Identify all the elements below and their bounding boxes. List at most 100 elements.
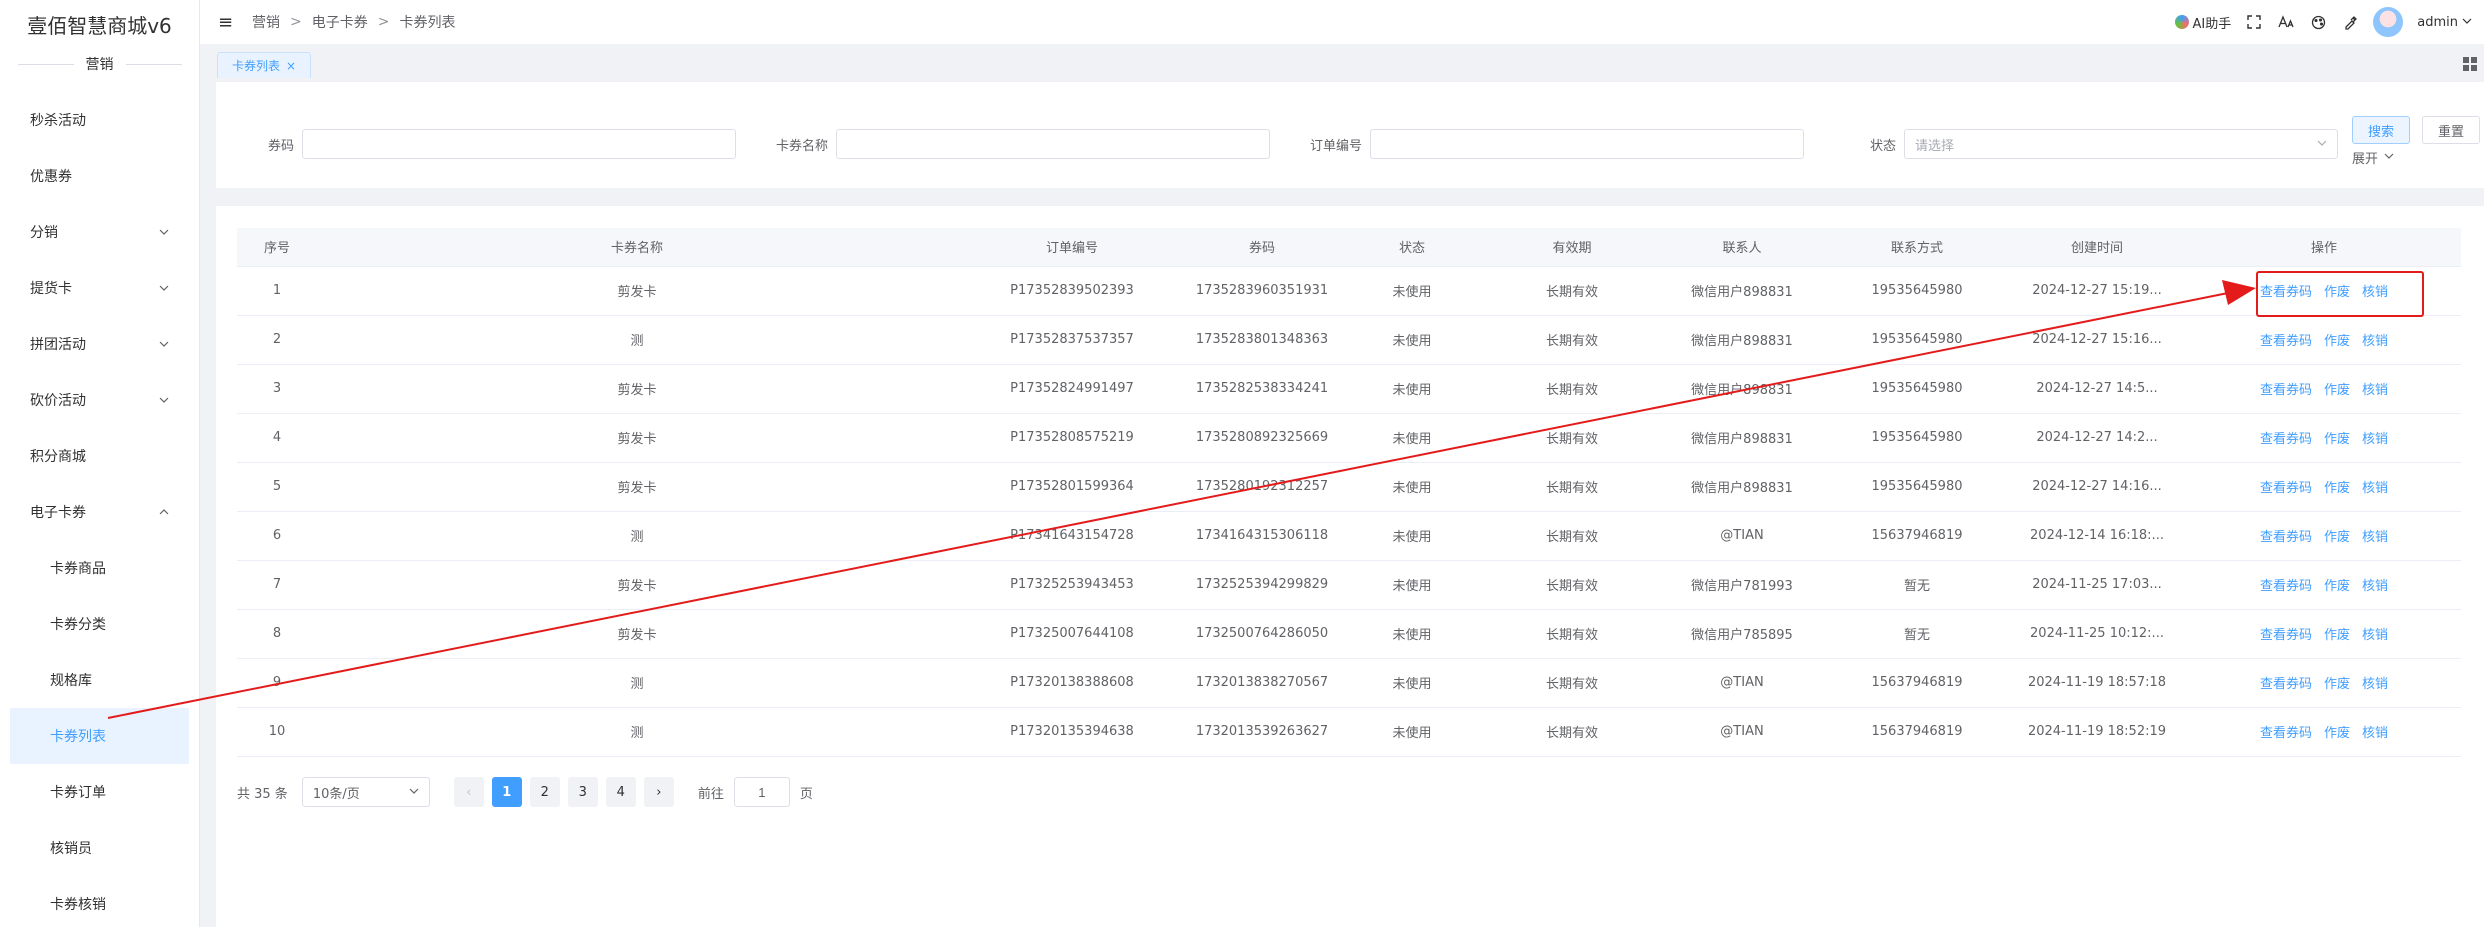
table-cell: 1732013838270567 bbox=[1187, 658, 1337, 708]
table-panel: 序号 卡券名称 订单编号 券码 状态 有效期 联系人 联系方式 创建时间 操作 1 剪发卡 P1735… bbox=[216, 206, 2484, 927]
page-number-button[interactable]: 3 bbox=[567, 777, 598, 807]
theme-palette-icon[interactable] bbox=[2309, 13, 2327, 31]
table-row: 1 剪发卡 P17352839502393 1735283960351931 未使用 长期… bbox=[237, 266, 2461, 316]
status-label: 状态 bbox=[1869, 138, 1896, 154]
code-input[interactable] bbox=[302, 129, 736, 159]
order-number-input[interactable] bbox=[1370, 129, 1804, 159]
column-header: 序号 bbox=[237, 228, 317, 267]
total-count: 共 35 条 bbox=[237, 786, 288, 802]
sidebar-item[interactable]: 优惠券 bbox=[0, 148, 199, 204]
page-list: 1234 bbox=[488, 777, 640, 807]
verify-link[interactable]: 核销 bbox=[2362, 677, 2388, 692]
view-code-link[interactable]: 查看券码 bbox=[2260, 677, 2312, 692]
page-number-button[interactable]: 2 bbox=[529, 777, 560, 807]
sidebar-item[interactable]: 分销 bbox=[0, 204, 199, 260]
prev-page-button[interactable]: ‹ bbox=[453, 777, 484, 807]
next-page-button[interactable]: › bbox=[643, 777, 674, 807]
table-cell: 未使用 bbox=[1337, 658, 1487, 708]
void-link[interactable]: 作废 bbox=[2324, 530, 2350, 545]
sidebar-menu: 秒杀活动 优惠券 分销 提货卡 拼团活动 砍价活动 积分商城 电子卡券 卡券商品 卡券分类 规格库卡… bbox=[0, 92, 199, 927]
table-cell: 剪发卡 bbox=[317, 364, 957, 414]
sidebar-item[interactable]: 砍价活动 bbox=[0, 372, 199, 428]
reset-button[interactable]: 重置 bbox=[2422, 116, 2480, 144]
chevron-down-icon bbox=[159, 227, 169, 237]
table-cell: 剪发卡 bbox=[317, 609, 957, 659]
table-cell: 长期有效 bbox=[1487, 315, 1657, 365]
view-code-link[interactable]: 查看券码 bbox=[2260, 383, 2312, 398]
void-link[interactable]: 作废 bbox=[2324, 334, 2350, 349]
sidebar-subitem[interactable]: 规格库 bbox=[0, 652, 199, 708]
close-icon[interactable]: × bbox=[286, 59, 296, 73]
sidebar-subitem[interactable]: 卡券核销 bbox=[0, 876, 199, 927]
void-link[interactable]: 作废 bbox=[2324, 579, 2350, 594]
user-menu[interactable]: admin bbox=[2417, 15, 2472, 30]
sidebar-item[interactable]: 秒杀活动 bbox=[0, 92, 199, 148]
search-button[interactable]: 搜索 bbox=[2352, 116, 2410, 144]
coupon-name-input[interactable] bbox=[836, 129, 1270, 159]
table-cell: 长期有效 bbox=[1487, 266, 1657, 316]
void-link[interactable]: 作废 bbox=[2324, 432, 2350, 447]
verify-link[interactable]: 核销 bbox=[2362, 432, 2388, 447]
sidebar-item-label: 积分商城 bbox=[30, 449, 86, 465]
brush-icon[interactable] bbox=[2341, 13, 2359, 31]
breadcrumb-item[interactable]: 营销 bbox=[252, 12, 280, 32]
table-cell: 微信用户898831 bbox=[1657, 364, 1827, 414]
view-code-link[interactable]: 查看券码 bbox=[2260, 628, 2312, 643]
verify-link[interactable]: 核销 bbox=[2362, 726, 2388, 741]
sidebar-item[interactable]: 电子卡券 bbox=[0, 484, 199, 540]
menu-toggle-icon[interactable]: ≡ bbox=[218, 12, 238, 33]
breadcrumb-item[interactable]: 电子卡券 bbox=[312, 12, 368, 32]
table-row: 8 剪发卡 P17325007644108 1732500764286050 未使用 长期… bbox=[237, 609, 2461, 659]
goto-page-input[interactable] bbox=[733, 777, 790, 807]
page-number-button[interactable]: 1 bbox=[491, 777, 522, 807]
ai-assistant-button[interactable]: AI助手 bbox=[2174, 13, 2231, 32]
verify-link[interactable]: 核销 bbox=[2362, 481, 2388, 496]
table-cell: 2024-12-27 14:16... bbox=[2007, 462, 2187, 512]
sidebar-subitem[interactable]: 卡券订单 bbox=[0, 764, 199, 820]
sidebar-subitem[interactable]: 卡券分类 bbox=[0, 596, 199, 652]
view-code-link[interactable]: 查看券码 bbox=[2260, 579, 2312, 594]
font-size-icon[interactable] bbox=[2277, 13, 2295, 31]
void-link[interactable]: 作废 bbox=[2324, 677, 2350, 692]
verify-link[interactable]: 核销 bbox=[2362, 579, 2388, 594]
view-code-link[interactable]: 查看券码 bbox=[2260, 432, 2312, 447]
table-cell: 微信用户898831 bbox=[1657, 266, 1827, 316]
code-label: 券码 bbox=[267, 138, 294, 154]
user-avatar[interactable] bbox=[2373, 7, 2404, 37]
row-actions: 查看券码 作废 核销 bbox=[2187, 609, 2461, 659]
sidebar-item[interactable]: 拼团活动 bbox=[0, 316, 199, 372]
view-code-link[interactable]: 查看券码 bbox=[2260, 481, 2312, 496]
breadcrumb-item-current: 卡券列表 bbox=[399, 15, 456, 31]
void-link[interactable]: 作废 bbox=[2324, 628, 2350, 643]
sidebar-item[interactable]: 提货卡 bbox=[0, 260, 199, 316]
void-link[interactable]: 作废 bbox=[2324, 481, 2350, 496]
sidebar-subitem[interactable]: 卡券列表 bbox=[10, 708, 189, 764]
verify-link[interactable]: 核销 bbox=[2362, 383, 2388, 398]
sidebar-subitem[interactable]: 核销员 bbox=[0, 820, 199, 876]
order-number-label: 订单编号 bbox=[1309, 138, 1362, 154]
verify-link[interactable]: 核销 bbox=[2362, 628, 2388, 643]
page-size-select[interactable]: 10条/页 bbox=[301, 777, 430, 807]
void-link[interactable]: 作废 bbox=[2324, 383, 2350, 398]
grid-menu-icon[interactable] bbox=[2462, 56, 2478, 72]
tab-coupon-list[interactable]: 卡券列表 × bbox=[217, 52, 312, 78]
table-cell: 4 bbox=[237, 413, 317, 463]
sidebar-subitem[interactable]: 卡券商品 bbox=[0, 540, 199, 596]
void-link[interactable]: 作废 bbox=[2324, 726, 2350, 741]
verify-link[interactable]: 核销 bbox=[2362, 530, 2388, 545]
verify-link[interactable]: 核销 bbox=[2362, 334, 2388, 349]
row-actions: 查看券码 作废 核销 bbox=[2187, 364, 2461, 414]
view-code-link[interactable]: 查看券码 bbox=[2260, 334, 2312, 349]
view-code-link[interactable]: 查看券码 bbox=[2260, 726, 2312, 741]
view-code-link[interactable]: 查看券码 bbox=[2260, 530, 2312, 545]
fullscreen-icon[interactable] bbox=[2245, 13, 2263, 31]
table-cell: 2024-11-25 10:12:... bbox=[2007, 609, 2187, 659]
table-cell: 1 bbox=[237, 266, 317, 316]
page-number-button[interactable]: 4 bbox=[605, 777, 636, 807]
table-cell: 2024-12-27 14:5... bbox=[2007, 364, 2187, 414]
sidebar-item-label: 拼团活动 bbox=[30, 337, 86, 353]
sidebar-item[interactable]: 积分商城 bbox=[0, 428, 199, 484]
expand-toggle[interactable]: 展开 bbox=[2352, 148, 2394, 167]
status-select[interactable]: 请选择 bbox=[1904, 129, 2338, 159]
table-cell: 1732525394299829 bbox=[1187, 560, 1337, 610]
